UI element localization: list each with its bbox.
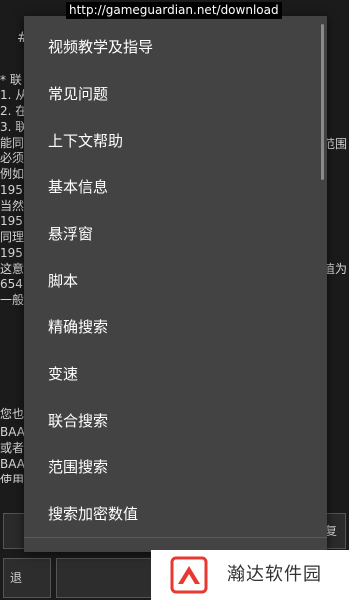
bg-line: BAA — [0, 425, 25, 439]
bg-line: 使用 — [0, 473, 25, 483]
bg-line: 必须 — [0, 151, 25, 165]
menu-scrollbar[interactable] — [321, 24, 324, 180]
menu-item-faq[interactable]: 常见问题 — [24, 71, 314, 117]
bg-line: 例如 — [0, 167, 25, 181]
menu-item-floating-window[interactable]: 悬浮窗 — [24, 211, 314, 257]
bg-line: 能同 — [0, 136, 25, 150]
bg-line: 这意 — [0, 262, 25, 276]
menu-item-encrypted-search[interactable]: 搜索加密数值 — [24, 491, 314, 537]
brand-watermark: 瀚达软件园 — [151, 550, 349, 600]
url-watermark: http://gameguardian.net/download — [66, 2, 282, 19]
bg-line: * 联 — [0, 73, 22, 87]
menu-item-basic-info[interactable]: 基本信息 — [24, 164, 314, 210]
bg-line: 或者 — [0, 441, 25, 455]
brand-name: 瀚达软件园 — [227, 564, 322, 585]
menu-item-exact-search[interactable]: 精确搜索 — [24, 304, 314, 350]
bg-line: 您也 — [0, 407, 25, 421]
menu-divider — [24, 537, 327, 538]
bg-line: BAA — [0, 457, 25, 471]
bg-line: 同理 — [0, 230, 25, 244]
menu-item-video-tutorial[interactable]: 视频教学及指导 — [24, 24, 314, 70]
bg-line: 654 — [0, 277, 23, 291]
brand-logo-icon — [170, 556, 208, 594]
menu-item-speed-hack[interactable]: 变速 — [24, 351, 314, 397]
help-menu-popup: 视频教学及指导 常见问题 上下文帮助 基本信息 悬浮窗 脚本 精确搜索 变速 联… — [24, 16, 327, 552]
bg-line: 195 — [0, 183, 23, 197]
menu-item-context-help[interactable]: 上下文帮助 — [24, 118, 314, 164]
exit-button[interactable]: 退 — [3, 558, 51, 598]
secondary-button[interactable] — [56, 558, 156, 598]
menu-item-group-search[interactable]: 联合搜索 — [24, 398, 314, 444]
menu-item-range-search[interactable]: 范围搜索 — [24, 444, 314, 490]
bg-line: 195 — [0, 246, 23, 260]
menu-item-script[interactable]: 脚本 — [24, 258, 314, 304]
bg-line: 195 — [0, 214, 23, 228]
bg-line: 一般 — [0, 293, 25, 307]
bg-line: 当然 — [0, 199, 25, 213]
